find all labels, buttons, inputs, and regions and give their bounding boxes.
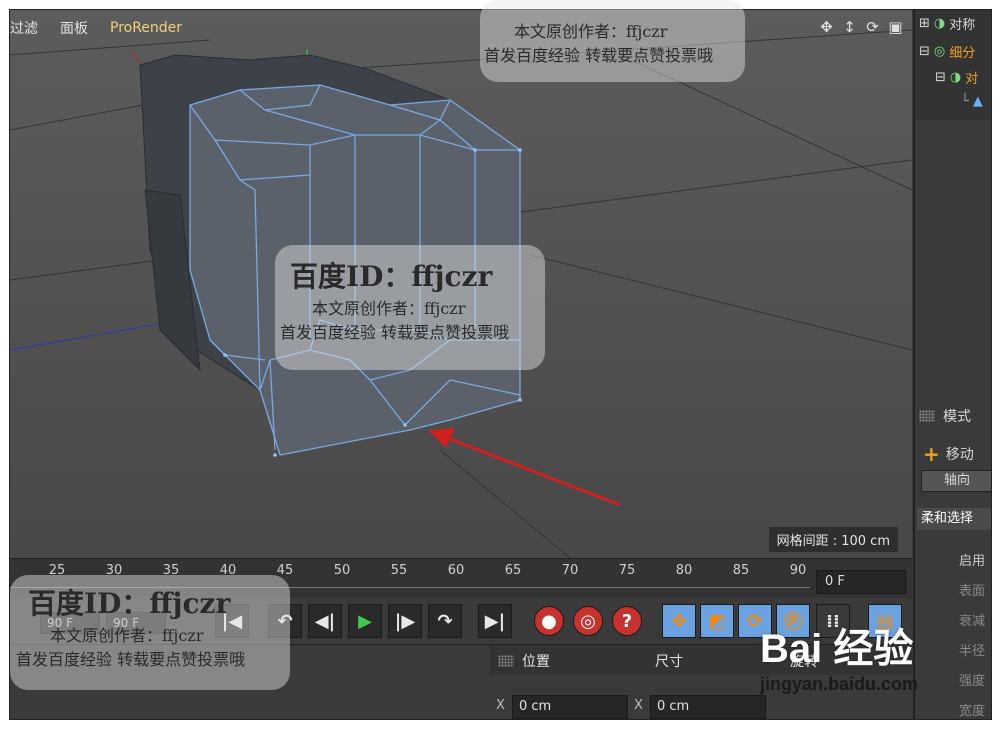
tick-label: 60 — [447, 563, 465, 578]
size-header: 尺寸 — [655, 654, 683, 670]
tick-label: 90 — [789, 563, 807, 578]
size-x-label: X — [634, 698, 643, 713]
object-manager: ⊞ ◑ 对称 ⊟ ◎ 细分 ⊟ ◑ 对 └ ▲ — [913, 10, 991, 120]
object-label: 对称 — [949, 18, 976, 33]
object-icon: ◑ — [949, 70, 962, 85]
autokey-icon[interactable]: ◎ — [573, 606, 603, 636]
watermark-top: 本文原创作者：ffjczr 首发百度经验 转载要点赞投票哦 — [484, 18, 713, 66]
prop-strength: 强度 — [958, 674, 985, 689]
object-item-null[interactable]: └ ▲ — [961, 94, 983, 109]
zoom-view-icon[interactable]: ↕ — [841, 18, 858, 36]
watermark-line1: 百度ID：ffjczr — [28, 587, 231, 620]
prop-width: 宽度 — [958, 704, 985, 719]
mode-label[interactable]: 模式 — [943, 406, 971, 426]
prop-radius: 半径 — [958, 644, 985, 659]
play-icon[interactable]: ▶ — [348, 604, 382, 638]
tab-axis[interactable]: 轴向 — [921, 470, 991, 492]
object-item-symmetry[interactable]: ⊞ ◑ 对称 — [919, 14, 975, 33]
watermark-line2: 本文原创作者：ffjczr — [514, 22, 668, 41]
object-icon: ◎ — [933, 44, 946, 59]
watermark-line1: 百度ID：ffjczr — [290, 260, 493, 293]
menu-prorender[interactable]: ProRender — [110, 20, 182, 36]
current-frame-field[interactable]: 0 F — [816, 570, 906, 594]
red-arrow-annotation — [428, 428, 621, 507]
position-x-field[interactable]: 0 cm — [512, 695, 628, 719]
prop-surface: 表面 — [958, 584, 985, 599]
tick-label: 65 — [504, 563, 522, 578]
expand-icon[interactable]: ⊞ — [919, 16, 930, 31]
tick-label: 50 — [333, 563, 351, 578]
cone-icon: ▲ — [972, 94, 983, 109]
prop-enable: 启用 — [958, 554, 985, 569]
viewport-menu: 过滤 面板 ProRender — [10, 10, 182, 46]
grip-icon[interactable] — [919, 410, 935, 422]
move-icon: + — [923, 442, 940, 466]
viewport-nav: ✥ ↕ ⟳ ▣ — [818, 18, 904, 36]
next-frame-icon[interactable]: |▶ — [388, 604, 422, 638]
size-x-field[interactable]: 0 cm — [650, 695, 766, 719]
position-header: 位置 — [522, 654, 550, 670]
menu-filter[interactable]: 过滤 — [10, 18, 38, 38]
next-key-icon[interactable]: ↷ — [428, 604, 462, 638]
watermark-line2: 本文原创作者：ffjczr — [50, 626, 204, 645]
goto-end-icon[interactable]: ▶| — [478, 604, 512, 638]
attribute-title: 模式 — [919, 406, 971, 426]
position-x-label: X — [496, 698, 505, 713]
move-tool-header: + 移动 — [923, 442, 974, 466]
tick-label: 75 — [618, 563, 636, 578]
record-icon[interactable]: ● — [534, 606, 564, 636]
maximize-view-icon[interactable]: ▣ — [887, 18, 904, 36]
object-label: 对 — [965, 72, 979, 87]
watermark-bottom-left: 百度ID：ffjczr 本文原创作者：ffjczr 首发百度经验 转载要点赞投票… — [16, 582, 245, 670]
tick-label: 85 — [732, 563, 750, 578]
grip-icon[interactable] — [498, 655, 514, 667]
baidu-logo-text: Bai 经验 — [760, 627, 914, 671]
tick-label: 55 — [390, 563, 408, 578]
scale-key-icon[interactable]: ◩ — [700, 604, 734, 638]
tool-label: 移动 — [945, 447, 974, 463]
menu-panel[interactable]: 面板 — [60, 18, 88, 38]
baidu-jingyan-logo: Bai 经验 jingyan.baidu.com — [760, 616, 918, 695]
object-icon: ◑ — [933, 16, 946, 31]
watermark-line2: 本文原创作者：ffjczr — [312, 299, 466, 318]
prop-falloff: 衰减 — [958, 614, 985, 629]
rotate-view-icon[interactable]: ⟳ — [864, 18, 881, 36]
object-item-child[interactable]: ⊟ ◑ 对 — [935, 68, 978, 87]
watermark-line3: 首发百度经验 转载要点赞投票哦 — [280, 323, 510, 342]
object-item-subdivision[interactable]: ⊟ ◎ 细分 — [919, 42, 975, 61]
baidu-url: jingyan.baidu.com — [760, 674, 919, 694]
expand-icon[interactable]: ⊟ — [919, 44, 930, 59]
object-label: 细分 — [949, 46, 976, 61]
empty-panel — [913, 120, 991, 400]
attribute-manager: 模式 + 移动 轴向 柔和选择 启用 表面 衰减 半径 强度 宽度 — [913, 400, 991, 719]
tick-label: 80 — [675, 563, 693, 578]
soft-selection-section[interactable]: 柔和选择 — [917, 508, 991, 530]
watermark-center: 百度ID：ffjczr 本文原创作者：ffjczr 首发百度经验 转载要点赞投票… — [280, 255, 509, 343]
watermark-line3: 首发百度经验 转载要点赞投票哦 — [16, 650, 246, 669]
move-key-icon[interactable]: ✥ — [662, 604, 696, 638]
tick-label: 70 — [561, 563, 579, 578]
watermark-line3: 首发百度经验 转载要点赞投票哦 — [484, 46, 714, 65]
grid-spacing-label: 网格间距 : 100 cm — [768, 527, 898, 552]
move-view-icon[interactable]: ✥ — [818, 18, 835, 36]
expand-icon[interactable]: ⊟ — [935, 70, 946, 85]
tree-line-icon: └ — [961, 94, 969, 109]
keyframe-help-icon[interactable]: ? — [612, 606, 642, 636]
prev-frame-icon[interactable]: ◀| — [308, 604, 342, 638]
